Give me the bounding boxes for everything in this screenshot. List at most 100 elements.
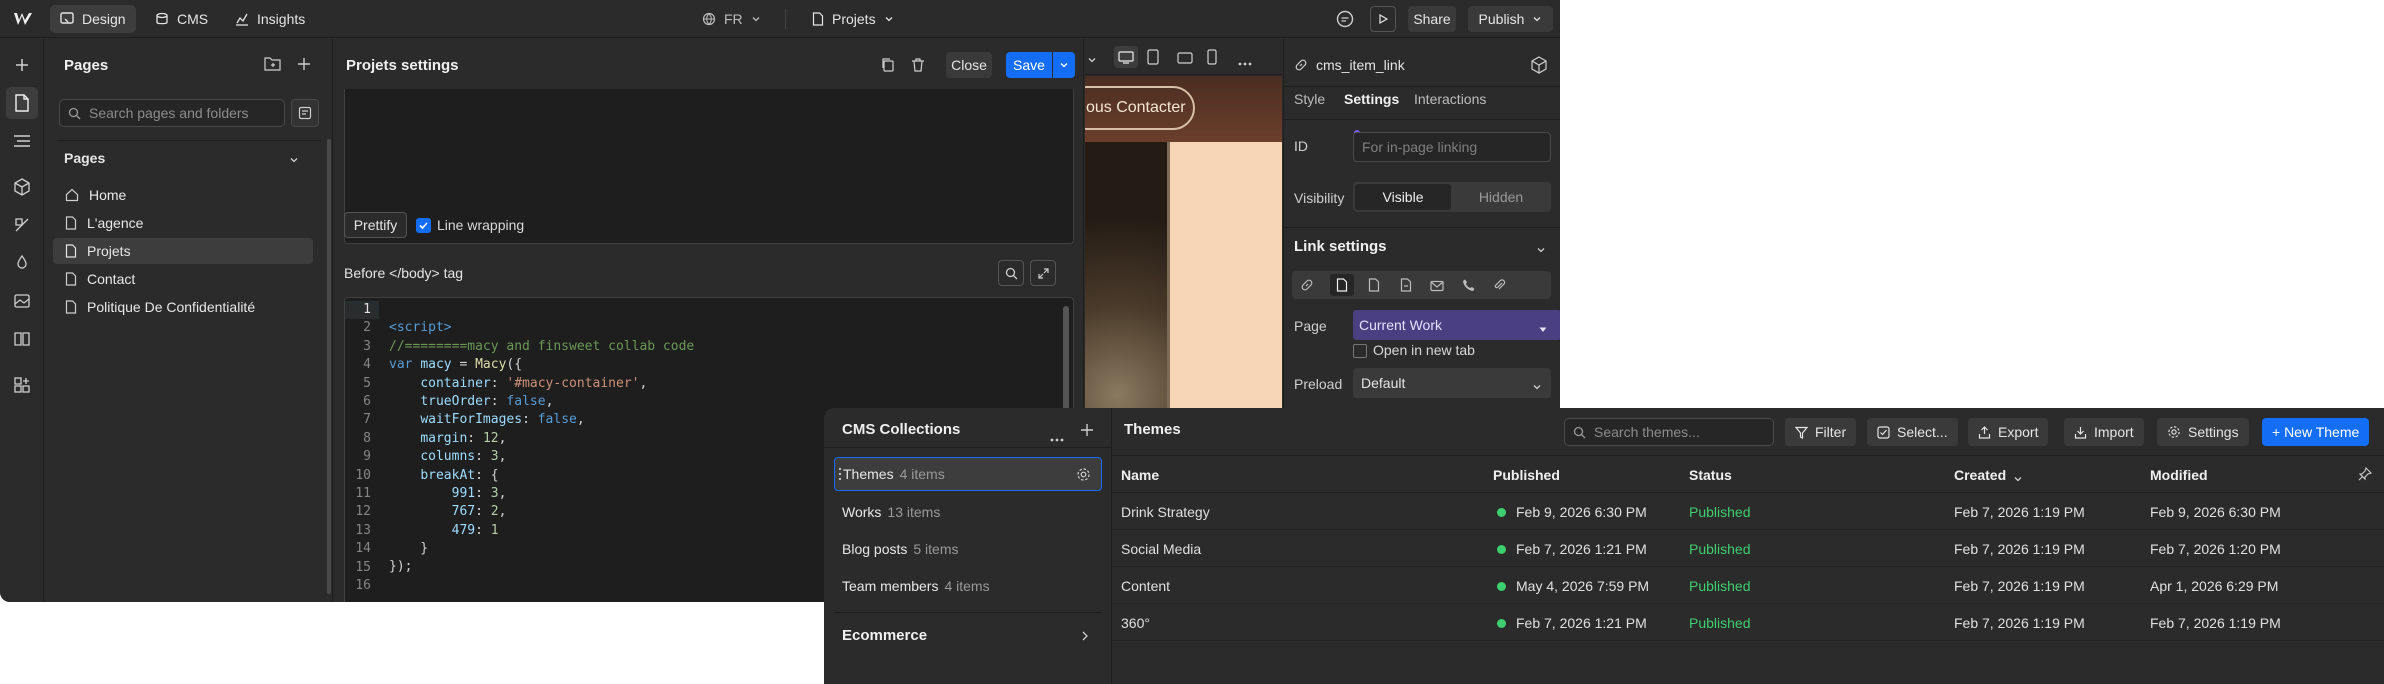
- chart-icon: [235, 12, 249, 26]
- add-page-icon[interactable]: [296, 56, 312, 77]
- pages-panel: Pages Search pages and folders Pages Hom…: [45, 39, 333, 602]
- publish-button[interactable]: Publish: [1468, 6, 1553, 32]
- share-button[interactable]: Share: [1408, 6, 1456, 32]
- collection-works[interactable]: Works 13 items: [834, 495, 1102, 529]
- filter-button[interactable]: Filter: [1785, 418, 1857, 446]
- pages-icon[interactable]: [6, 87, 38, 119]
- phone-icon[interactable]: [1462, 278, 1476, 297]
- id-input[interactable]: For in-page linking: [1353, 132, 1551, 162]
- column-header-name[interactable]: Name: [1121, 467, 1159, 483]
- mobile-landscape-icon[interactable]: [1177, 51, 1193, 69]
- new-folder-icon[interactable]: [264, 56, 282, 77]
- page-item-projets[interactable]: Projets: [53, 238, 313, 264]
- section-link-icon[interactable]: [1400, 278, 1412, 297]
- contact-cta-button[interactable]: Nous Contacter: [1085, 86, 1195, 130]
- checkbox-icon: [1877, 425, 1890, 439]
- tab-settings[interactable]: Settings: [1344, 91, 1399, 107]
- more-icon[interactable]: [1050, 429, 1064, 447]
- chevron-right-icon[interactable]: [1080, 629, 1090, 647]
- table-row[interactable]: Social Media Feb 7, 2026 1:21 PM Publish…: [1112, 530, 2384, 567]
- expand-editor-button[interactable]: [1030, 260, 1056, 286]
- navigator-icon[interactable]: [6, 125, 38, 157]
- tab-insights[interactable]: Insights: [225, 5, 315, 33]
- preview-play-button[interactable]: [1370, 6, 1396, 32]
- table-row[interactable]: Drink Strategy Feb 9, 2026 6:30 PM Publi…: [1112, 493, 2384, 530]
- select-button[interactable]: Select...: [1867, 418, 1958, 446]
- close-button[interactable]: Close: [946, 52, 992, 78]
- more-icon[interactable]: [1238, 53, 1252, 71]
- collection-team-members[interactable]: Team members 4 items: [834, 569, 1102, 603]
- preload-label: Preload: [1294, 376, 1343, 392]
- link-settings-title: Link settings: [1294, 238, 1387, 255]
- checkbox-checked-icon[interactable]: [416, 217, 431, 233]
- import-button[interactable]: Import: [2064, 418, 2144, 446]
- component-icon[interactable]: [1530, 56, 1548, 79]
- assets-icon[interactable]: [6, 285, 38, 317]
- page-selector[interactable]: Projets: [802, 5, 904, 33]
- trash-icon[interactable]: [910, 57, 926, 78]
- drag-handle-icon[interactable]: [838, 467, 842, 484]
- variables-icon[interactable]: [6, 247, 38, 279]
- comments-icon[interactable]: [1334, 8, 1356, 35]
- attachment-icon[interactable]: [1492, 278, 1506, 297]
- column-header-modified[interactable]: Modified: [2150, 467, 2208, 483]
- email-icon[interactable]: [1430, 279, 1444, 297]
- column-header-created[interactable]: Created: [1954, 467, 2006, 483]
- pin-icon[interactable]: [2358, 466, 2373, 486]
- components-icon[interactable]: [6, 171, 38, 203]
- save-button[interactable]: Save: [1006, 52, 1052, 78]
- collection-blog-posts[interactable]: Blog posts 5 items: [834, 532, 1102, 566]
- column-header-status[interactable]: Status: [1689, 467, 1732, 483]
- page-select[interactable]: Current Work: [1353, 310, 1560, 340]
- page-item-home[interactable]: Home: [53, 182, 313, 208]
- export-button[interactable]: Export: [1968, 418, 2049, 446]
- column-header-published[interactable]: Published: [1493, 467, 1560, 483]
- locale-selector[interactable]: FR: [692, 5, 771, 33]
- page-item-contact[interactable]: Contact: [53, 266, 313, 292]
- collection-page-icon[interactable]: [1368, 278, 1380, 297]
- tab-interactions[interactable]: Interactions: [1414, 91, 1486, 107]
- line-wrapping-toggle[interactable]: Line wrapping: [416, 217, 524, 233]
- desktop-breakpoint-icon[interactable]: [1114, 46, 1138, 68]
- duplicate-icon[interactable]: [880, 57, 896, 78]
- collection-themes[interactable]: Themes 4 items: [834, 457, 1102, 491]
- chevron-down-icon[interactable]: [1536, 242, 1546, 260]
- code-search-button[interactable]: [998, 260, 1024, 286]
- add-collection-icon[interactable]: [1080, 423, 1094, 442]
- preload-select[interactable]: Default: [1353, 368, 1551, 398]
- gear-icon[interactable]: [1076, 467, 1091, 485]
- tab-cms[interactable]: CMS: [145, 5, 218, 33]
- pages-search-input[interactable]: Search pages and folders: [59, 99, 285, 127]
- tablet-breakpoint-icon[interactable]: [1147, 49, 1159, 70]
- scrollbar[interactable]: [327, 139, 331, 594]
- hidden-option[interactable]: Hidden: [1453, 184, 1549, 210]
- code-line: waitForImages: false,: [420, 412, 585, 428]
- pages-filter-button[interactable]: [291, 99, 319, 127]
- table-row[interactable]: Content May 4, 2026 7:59 PM Published Fe…: [1112, 567, 2384, 604]
- url-link-icon[interactable]: [1300, 278, 1314, 297]
- save-options-button[interactable]: [1053, 52, 1075, 78]
- chevron-down-icon[interactable]: [1087, 52, 1097, 70]
- page-item-politique[interactable]: Politique De Confidentialité: [53, 294, 313, 320]
- apps-icon[interactable]: [6, 369, 38, 401]
- new-theme-button[interactable]: + New Theme: [2262, 418, 2370, 446]
- editor-scrollbar[interactable]: [1063, 306, 1069, 416]
- tab-style[interactable]: Style: [1294, 91, 1325, 107]
- new-tab-checkbox[interactable]: [1353, 344, 1367, 358]
- add-icon[interactable]: [6, 49, 38, 81]
- webflow-logo[interactable]: [12, 9, 34, 34]
- visible-option[interactable]: Visible: [1355, 184, 1451, 210]
- page-item-agence[interactable]: L'agence: [53, 210, 313, 236]
- chevron-down-icon[interactable]: [289, 152, 299, 170]
- sort-down-icon[interactable]: [2013, 471, 2023, 489]
- collection-settings-button[interactable]: Settings: [2157, 418, 2249, 446]
- page-link-icon[interactable]: [1330, 274, 1354, 296]
- themes-search-input[interactable]: Search themes...: [1564, 418, 1774, 446]
- book-icon[interactable]: [6, 323, 38, 355]
- mobile-portrait-icon[interactable]: [1207, 49, 1217, 70]
- tab-design[interactable]: Design: [50, 5, 136, 33]
- styles-icon[interactable]: [6, 209, 38, 241]
- ecommerce-label[interactable]: Ecommerce: [842, 627, 927, 644]
- table-row[interactable]: 360° Feb 7, 2026 1:21 PM Published Feb 7…: [1112, 604, 2384, 641]
- prettify-button[interactable]: Prettify: [344, 212, 407, 238]
